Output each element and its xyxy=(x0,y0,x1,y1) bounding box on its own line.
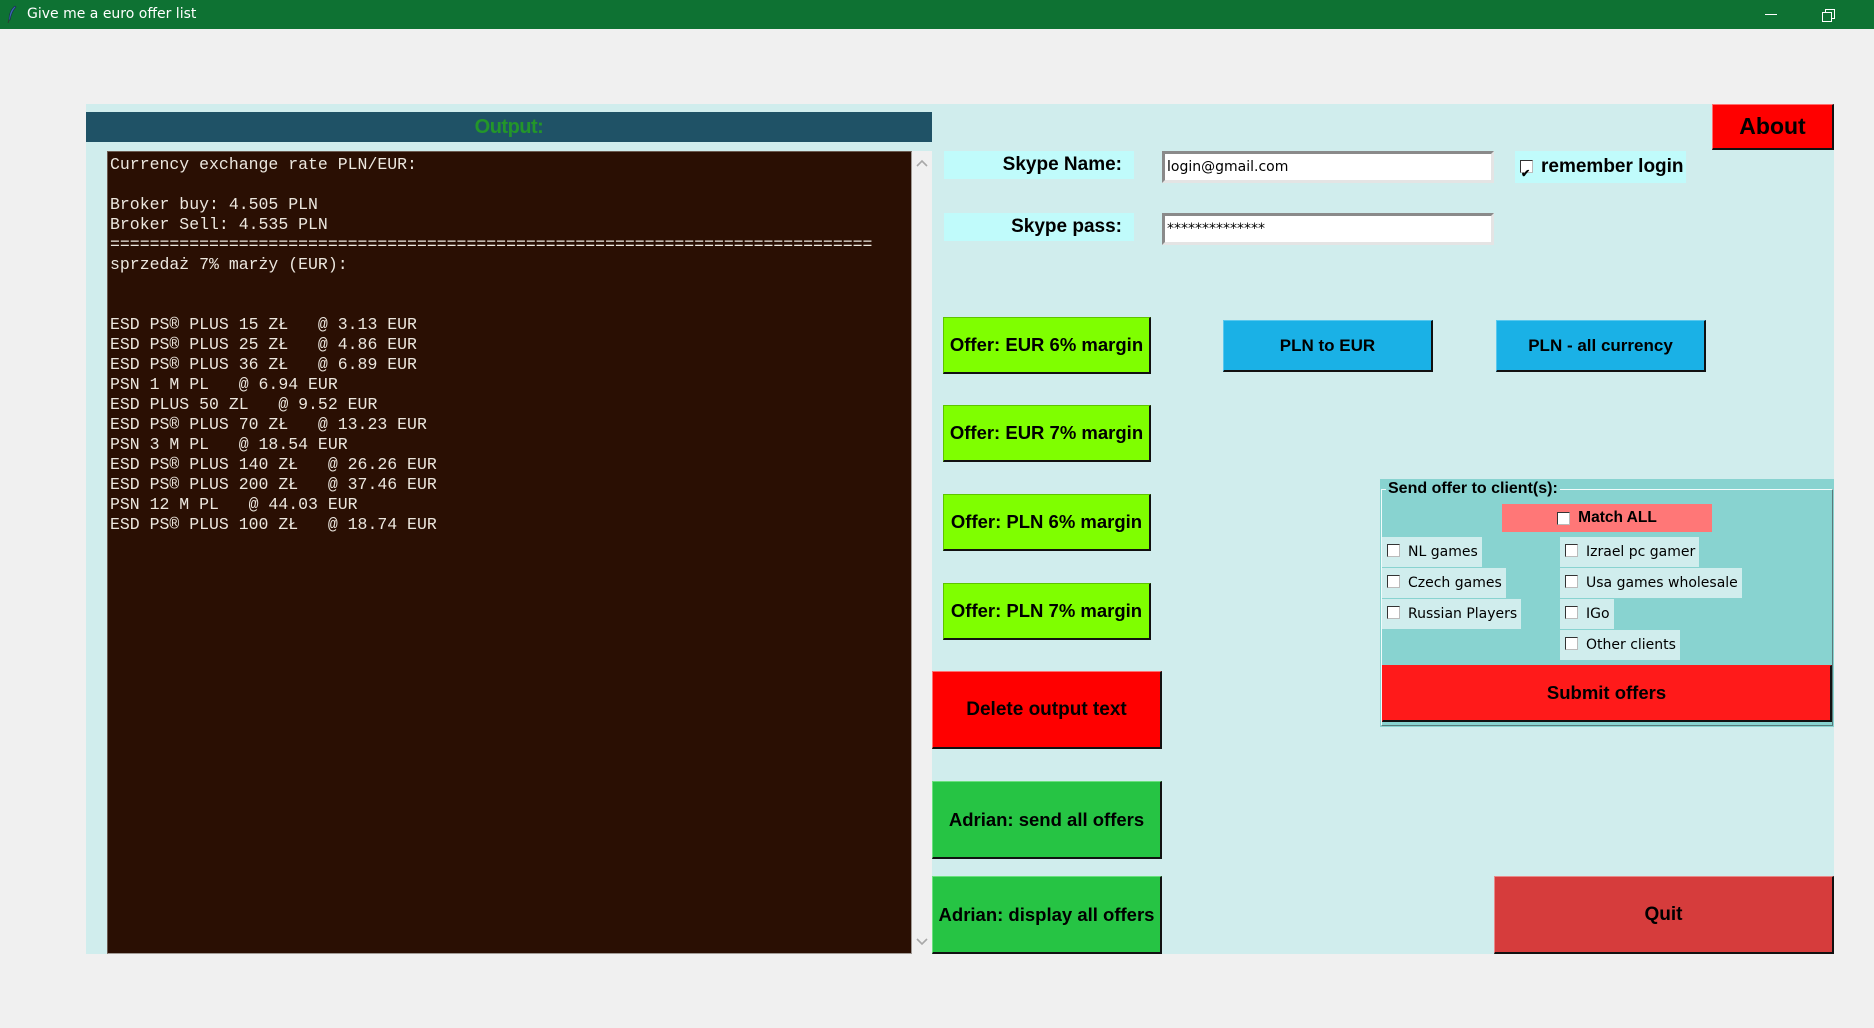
restore-button[interactable] xyxy=(1805,0,1851,29)
checkbox-icon[interactable] xyxy=(1565,606,1578,619)
match-all-checkbox[interactable]: Match ALL xyxy=(1502,504,1712,532)
client-label: Russian Players xyxy=(1408,606,1518,622)
output-scrollbar[interactable] xyxy=(912,151,932,954)
checkbox-icon[interactable] xyxy=(1565,575,1578,588)
delete-output-button[interactable]: Delete output text xyxy=(932,671,1162,749)
client-label: Czech games xyxy=(1408,575,1502,591)
client-checkbox-izrael-pc-gamer[interactable]: Izrael pc gamer xyxy=(1560,537,1700,567)
pln-all-currency-button[interactable]: PLN - all currency xyxy=(1496,320,1706,372)
output-header: Output: xyxy=(86,112,932,142)
skype-pass-label: Skype pass: xyxy=(944,213,1134,241)
scroll-down-icon[interactable] xyxy=(912,932,932,952)
checkbox-icon[interactable] xyxy=(1387,606,1400,619)
client-label: IGo xyxy=(1586,606,1610,622)
client-checkbox-usa-games-wholesale[interactable]: Usa games wholesale xyxy=(1560,568,1742,598)
output-textbox[interactable]: Currency exchange rate PLN/EUR: Broker b… xyxy=(107,151,912,954)
client-checkbox-other-clients[interactable]: Other clients xyxy=(1560,630,1680,660)
remember-login-label: remember login xyxy=(1541,156,1684,177)
client-label: Izrael pc gamer xyxy=(1586,544,1696,560)
offer-eur-6-button[interactable]: Offer: EUR 6% margin xyxy=(943,317,1151,374)
offer-pln-7-button[interactable]: Offer: PLN 7% margin xyxy=(943,583,1151,640)
restore-icon xyxy=(1822,8,1835,22)
client-checkbox-igo[interactable]: IGo xyxy=(1560,599,1614,629)
offer-pln-6-button[interactable]: Offer: PLN 6% margin xyxy=(943,494,1151,551)
adrian-display-all-button[interactable]: Adrian: display all offers xyxy=(932,876,1162,954)
offer-eur-7-button[interactable]: Offer: EUR 7% margin xyxy=(943,405,1151,462)
output-text[interactable]: Currency exchange rate PLN/EUR: Broker b… xyxy=(110,155,911,535)
scroll-up-icon[interactable] xyxy=(912,153,932,173)
match-all-label: Match ALL xyxy=(1578,509,1657,526)
submit-offers-button[interactable]: Submit offers xyxy=(1382,665,1832,722)
checkbox-icon[interactable] xyxy=(1565,544,1578,557)
client-label: NL games xyxy=(1408,544,1478,560)
checkbox-icon[interactable] xyxy=(1387,544,1400,557)
client-label: Other clients xyxy=(1586,637,1676,653)
checkbox-icon[interactable] xyxy=(1387,575,1400,588)
quit-button[interactable]: Quit xyxy=(1494,876,1834,954)
feather-icon xyxy=(7,5,17,23)
minimize-icon xyxy=(1765,14,1777,15)
send-offer-title: Send offer to client(s): xyxy=(1386,480,1560,498)
window-title: Give me a euro offer list xyxy=(27,6,197,22)
pln-to-eur-button[interactable]: PLN to EUR xyxy=(1223,320,1433,372)
checkbox-checked-icon[interactable] xyxy=(1520,158,1533,190)
client-checkbox-russian-players[interactable]: Russian Players xyxy=(1382,599,1522,629)
skype-pass-input[interactable] xyxy=(1162,213,1494,245)
minimize-button[interactable] xyxy=(1748,0,1794,29)
skype-name-input[interactable] xyxy=(1162,151,1494,183)
skype-name-label: Skype Name: xyxy=(944,151,1134,179)
client-checkbox-czech-games[interactable]: Czech games xyxy=(1382,568,1506,598)
client-label: Usa games wholesale xyxy=(1586,575,1738,591)
checkbox-icon[interactable] xyxy=(1565,637,1578,650)
client-checkbox-nl-games[interactable]: NL games xyxy=(1382,537,1482,567)
checkbox-icon[interactable] xyxy=(1557,511,1571,525)
remember-login-checkbox[interactable]: remember login xyxy=(1515,151,1686,190)
adrian-send-all-button[interactable]: Adrian: send all offers xyxy=(932,781,1162,859)
title-bar: Give me a euro offer list xyxy=(0,0,1874,29)
about-button[interactable]: About xyxy=(1712,104,1834,150)
